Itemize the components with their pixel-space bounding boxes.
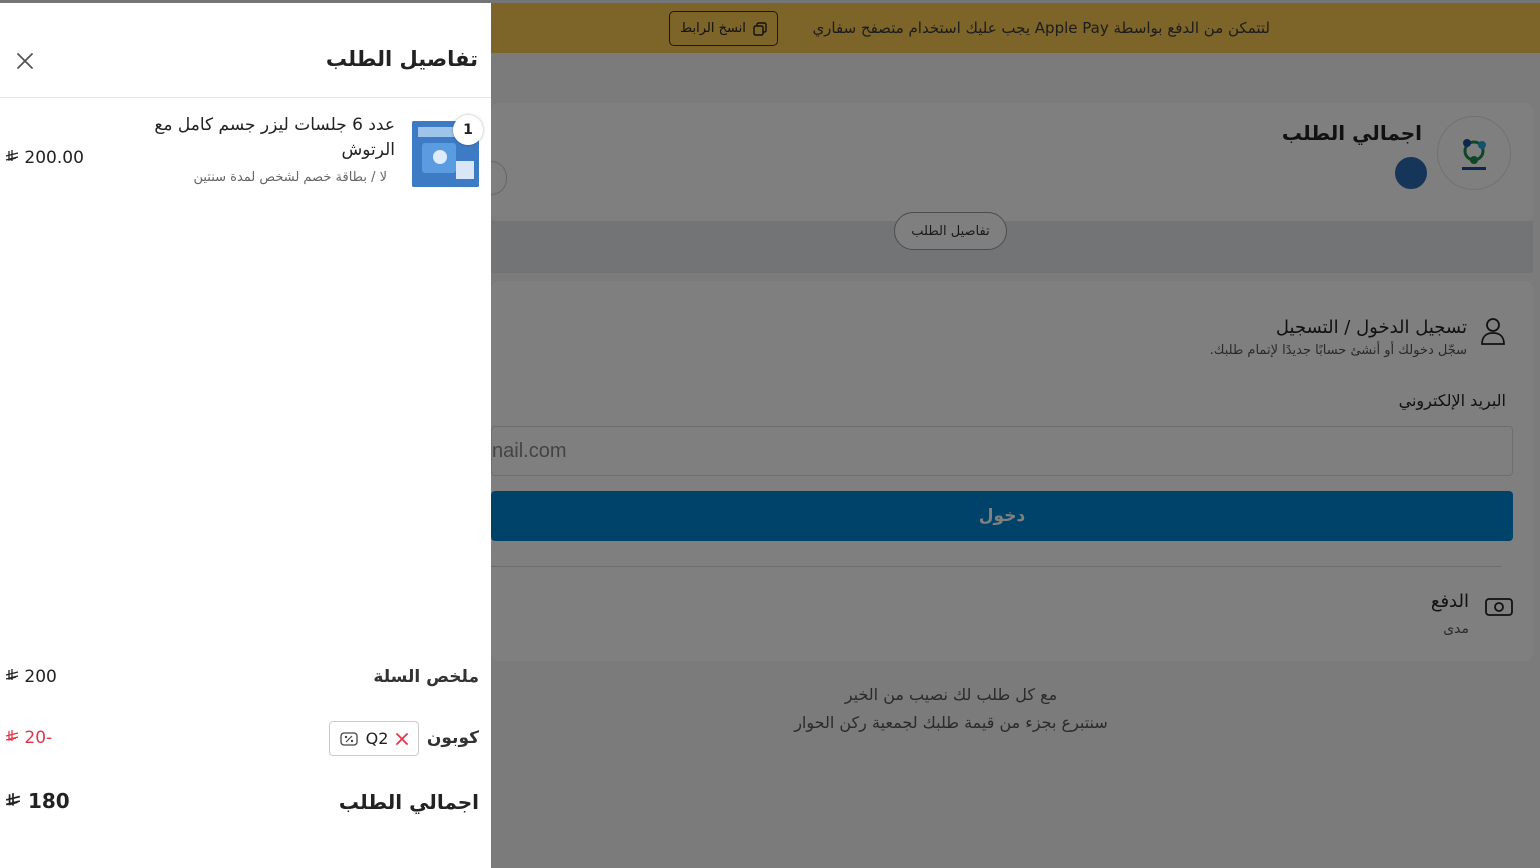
coupon-code: Q2 xyxy=(365,729,389,748)
item-price: 200.00 xyxy=(5,148,84,168)
riyal-icon xyxy=(5,150,19,161)
riyal-icon xyxy=(5,669,19,680)
riyal-icon xyxy=(5,793,21,806)
order-total-label: اجمالي الطلب xyxy=(338,790,479,814)
cart-summary-label: ملخص السلة xyxy=(373,667,479,687)
coupon-icon xyxy=(340,731,358,746)
order-total-value: 180 xyxy=(5,789,70,813)
item-variant: لا / بطاقة خصم لشخص لمدة سنتين xyxy=(193,170,387,185)
applied-coupon: Q2 xyxy=(329,721,419,756)
cart-summary-value: 200 xyxy=(5,667,57,687)
item-price-value: 200.00 xyxy=(24,148,84,168)
order-total-amount: 180 xyxy=(27,789,70,813)
remove-icon[interactable] xyxy=(396,732,408,745)
cart-summary-amount: 200 xyxy=(24,667,57,687)
drawer-divider xyxy=(0,97,491,98)
coupon-discount-amount: 20- xyxy=(24,728,53,748)
riyal-icon xyxy=(5,730,19,741)
quantity-badge: 1 xyxy=(453,115,483,145)
drawer-title: تفاصيل الطلب xyxy=(325,47,478,71)
item-name: عدد 6 جلسات ليزر جسم كامل مع الرتوش xyxy=(154,115,395,160)
order-details-drawer: تفاصيل الطلب 1 عدد 6 جلسات ليزر جسم كامل… xyxy=(0,3,491,868)
coupon-discount-value: 20- xyxy=(5,728,52,748)
coupon-label: كوبون xyxy=(426,728,479,748)
close-icon[interactable] xyxy=(14,50,36,72)
